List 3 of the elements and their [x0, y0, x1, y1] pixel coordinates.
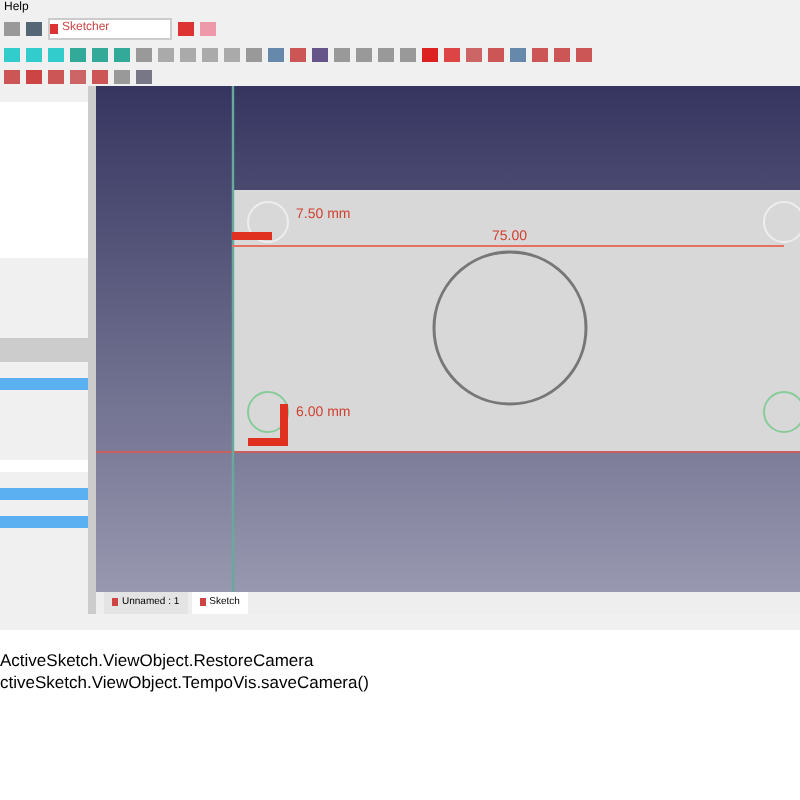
console-line: ctiveSketch.ViewObject.TempoVis.saveCamera() — [0, 671, 371, 694]
console-line: ActiveSketch.ViewObject.RestoreCamera — [0, 649, 316, 672]
python-console[interactable]: ActiveSketch.ViewObject.RestoreCamera ctiveSketch.ViewObject.TempoVis.saveCamera() — [0, 629, 800, 800]
